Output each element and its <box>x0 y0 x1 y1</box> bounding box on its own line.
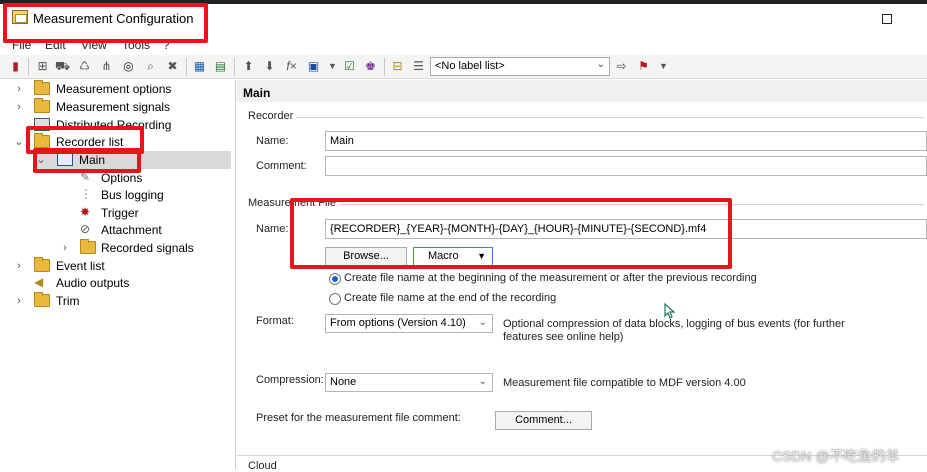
divider <box>296 117 924 118</box>
chevron-right-icon[interactable]: › <box>14 80 24 98</box>
chevron-right-icon[interactable]: › <box>14 257 24 275</box>
folder-icon <box>34 292 50 307</box>
delete-icon[interactable]: ✖ <box>165 59 180 74</box>
radio-create-at-beginning-label: Create file name at the beginning of the… <box>344 272 757 284</box>
user-icon[interactable]: ♚ <box>363 59 378 74</box>
tree-item-label: Attachment <box>101 223 162 237</box>
preset-comment-label: Preset for the measurement file comment: <box>256 412 461 424</box>
annotation-box-main <box>33 148 141 173</box>
format-description-line1: Optional compression of data blocks, log… <box>503 318 845 330</box>
arrow-up-icon[interactable]: ⬆ <box>241 59 256 74</box>
tree-item-audio-outputs[interactable]: ◀ Audio outputs <box>0 274 236 292</box>
recycle-icon[interactable]: ♺ <box>77 59 92 74</box>
magnifier-icon[interactable]: ⌕ <box>143 59 158 74</box>
watermark: CSDN @不吃鱼的羊 <box>772 448 900 464</box>
radio-create-at-end-label: Create file name at the end of the recor… <box>344 292 557 304</box>
toolbar: ▮ ⊞ ⛟ ♺ ⋔ ◎ ⌕ ✖ ▦ ▤ ⬆ ⬇ f× ▣ ▼ ☑ ♚ ⊟ ☰ <… <box>0 55 927 79</box>
tree-item-bus-logging[interactable]: ⋮ Bus logging <box>0 186 236 204</box>
format-select[interactable]: From options (Version 4.10) ⌄ <box>325 314 493 333</box>
apply-label-icon[interactable]: ⇨ <box>614 59 629 74</box>
folder-icon <box>34 98 50 113</box>
format-description-line2: features see online help) <box>503 331 624 343</box>
folder-icon <box>80 239 96 254</box>
tree-item-label: Event list <box>56 259 105 273</box>
mouse-cursor-icon <box>664 303 676 319</box>
checkbox-icon[interactable]: ☑ <box>342 59 357 74</box>
panel-header <box>237 80 927 102</box>
tree-item-label: Bus logging <box>101 188 164 202</box>
tree-item-recorded-signals[interactable]: › Recorded signals <box>0 239 236 257</box>
compression-description: Measurement file compatible to MDF versi… <box>503 377 746 389</box>
tree-expand-icon[interactable]: ⊞ <box>35 59 50 74</box>
chevron-right-icon[interactable]: › <box>14 292 24 310</box>
comment-button[interactable]: Comment... <box>495 411 592 430</box>
label-icon[interactable]: ⊟ <box>390 59 405 74</box>
recorder-name-label: Name: <box>256 135 289 147</box>
tree-item-label: Audio outputs <box>56 276 130 290</box>
tree-item-label: Trim <box>56 294 80 308</box>
paperclip-icon: ⊘ <box>80 222 91 236</box>
exit-icon[interactable]: ▮ <box>8 59 23 74</box>
compression-select[interactable]: None ⌄ <box>325 373 493 392</box>
list-icon[interactable]: ☰ <box>411 59 426 74</box>
tree-icon[interactable]: ⋔ <box>99 59 114 74</box>
recorder-group-title: Recorder <box>248 110 294 122</box>
tree-item-label: Trigger <box>101 206 139 220</box>
arrow-down-icon[interactable]: ⬇ <box>262 59 277 74</box>
annotation-box-file-name <box>290 198 732 269</box>
tree-item-measurement-signals[interactable]: › Measurement signals <box>0 98 236 116</box>
save-icon[interactable]: ▣ <box>306 59 321 74</box>
toolbar-separator <box>28 58 29 76</box>
view-toggle-icon[interactable]: ▦ <box>192 59 207 74</box>
panel-icon[interactable]: ▤ <box>213 59 228 74</box>
speaker-icon: ◀ <box>34 275 44 289</box>
format-label: Format: <box>256 315 294 327</box>
label-list-value: <No label list> <box>435 60 505 72</box>
toolbar-separator <box>234 58 235 76</box>
car-icon[interactable]: ⛟ <box>55 59 70 74</box>
bus-icon: ⋮ <box>80 187 92 201</box>
label-list-select[interactable]: <No label list> ⌄ <box>430 57 610 76</box>
chevron-down-icon: ⌄ <box>478 376 487 387</box>
compression-select-value: None <box>330 376 357 388</box>
tree-item-attachment[interactable]: ⊘ Attachment <box>0 221 236 239</box>
chevron-down-icon: ⌄ <box>596 59 605 70</box>
save-dropdown-icon[interactable]: ▼ <box>325 59 340 74</box>
chevron-down-icon: ⌄ <box>478 317 487 328</box>
toolbar-separator <box>186 58 187 76</box>
maximize-button[interactable] <box>882 14 892 24</box>
cloud-group-title: Cloud <box>248 460 277 472</box>
compression-label: Compression: <box>256 374 324 386</box>
comment-input[interactable] <box>325 156 927 176</box>
chevron-right-icon[interactable]: › <box>14 98 24 116</box>
chevron-right-icon[interactable]: › <box>60 239 70 257</box>
function-icon[interactable]: f× <box>284 59 299 74</box>
file-name-label: Name: <box>256 223 289 235</box>
tree-item-event-list[interactable]: › Event list <box>0 257 236 275</box>
radio-create-at-end[interactable] <box>329 293 341 305</box>
format-select-value: From options (Version 4.10) <box>330 317 466 329</box>
trigger-icon: ✸ <box>80 205 91 219</box>
panel-title: Main <box>243 86 271 100</box>
folder-icon <box>34 80 50 95</box>
folder-icon <box>34 257 50 272</box>
chevron-down-icon[interactable]: ⌄ <box>14 133 24 151</box>
toolbar-separator <box>384 58 385 76</box>
recorder-name-input[interactable]: Main <box>325 131 927 151</box>
tree-item-label: Measurement signals <box>56 100 171 114</box>
annotation-box-title <box>3 3 208 43</box>
binoculars-icon[interactable]: ◎ <box>121 59 136 74</box>
radio-create-at-beginning[interactable] <box>329 273 341 285</box>
filter-dropdown-icon[interactable]: ▼ <box>656 59 671 74</box>
tree-item-measurement-options[interactable]: › Measurement options <box>0 80 236 98</box>
tree-item-trigger[interactable]: ✸ Trigger <box>0 204 236 222</box>
comment-label: Comment: <box>256 160 307 172</box>
tree-item-label: Recorded signals <box>101 241 194 255</box>
tree-item-trim[interactable]: › Trim <box>0 292 236 310</box>
tree-item-label: Measurement options <box>56 82 172 96</box>
filter-icon[interactable]: ⚑ <box>636 59 651 74</box>
